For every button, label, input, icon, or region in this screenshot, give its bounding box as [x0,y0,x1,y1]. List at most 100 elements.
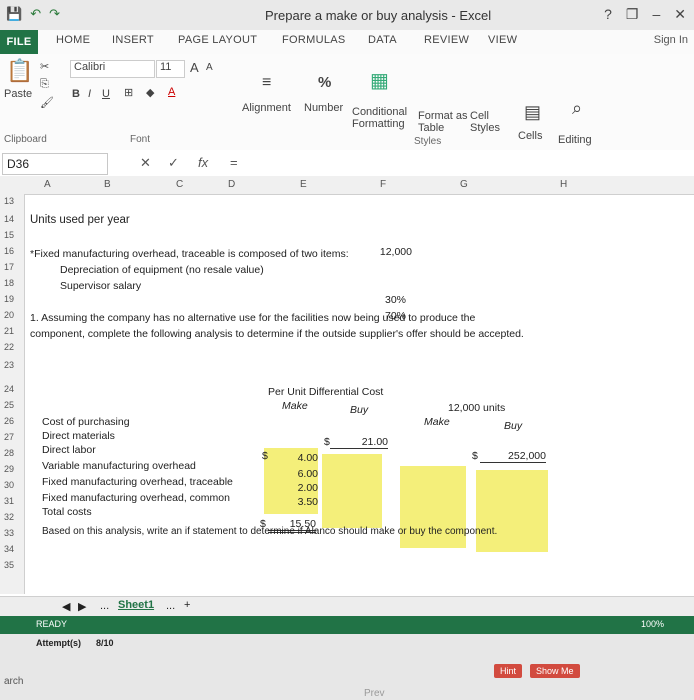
make-fixed-traceable-cell[interactable]: 3.50 [284,496,318,508]
row-header-29[interactable]: 29 [4,464,14,474]
buy-total-cell[interactable]: 252,000 [480,450,546,463]
alignment-icon[interactable]: ≡ [262,74,271,92]
number-button[interactable]: Number [304,102,343,114]
tab-home[interactable]: HOME [56,34,90,46]
font-size-select[interactable]: 11 [156,60,185,78]
sign-in-link[interactable]: Sign In [654,34,688,46]
alignment-button[interactable]: Alignment [242,102,291,114]
font-color-icon[interactable]: A [168,86,175,98]
shrink-font-button[interactable]: A [206,62,213,73]
italic-button[interactable]: I [88,88,91,100]
tab-formulas[interactable]: FORMULAS [282,34,346,46]
tab-page-layout[interactable]: PAGE LAYOUT [178,34,257,46]
paste-button[interactable]: Paste [4,88,32,100]
row-header-15[interactable]: 15 [4,230,14,240]
row-header-14[interactable]: 14 [4,214,14,224]
underline-button[interactable]: U [102,88,110,100]
cells-button[interactable]: Cells [518,130,542,142]
cells-icon[interactable]: ▤ [524,102,541,123]
column-header-c[interactable]: C [176,179,183,190]
new-sheet-button[interactable]: + [184,599,190,611]
sheet-tab-sheet1[interactable]: Sheet1 [118,599,154,611]
tab-review[interactable]: REVIEW [424,34,469,46]
row-header-13[interactable]: 13 [4,196,14,206]
make-materials-cell[interactable]: 4.00 [284,452,318,464]
row-header-28[interactable]: 28 [4,448,14,458]
row-header-32[interactable]: 32 [4,512,14,522]
help-icon[interactable]: ? [604,6,612,23]
fill-color-icon[interactable]: ◆ [146,86,154,99]
conditional-formatting-icon[interactable]: ▦ [370,68,389,93]
column-header-f[interactable]: F [380,179,386,190]
sheet-next-icon[interactable]: ▶ [78,600,86,613]
depreciation-pct-cell[interactable]: 30% [370,294,406,306]
sheet-more-right[interactable]: ... [166,600,175,612]
row-header-20[interactable]: 20 [4,310,14,320]
bold-button[interactable]: B [72,88,80,100]
undo-icon[interactable]: ↶ [30,6,41,22]
close-icon[interactable]: ✕ [674,6,686,23]
row-header-25[interactable]: 25 [4,400,14,410]
row-header-33[interactable]: 33 [4,528,14,538]
format-as-table-button[interactable]: Format as Table [418,110,468,134]
borders-icon[interactable]: ⊞ [124,86,133,99]
row-header-31[interactable]: 31 [4,496,14,506]
ribbon-display-icon[interactable]: ❐ [626,6,639,23]
name-box[interactable]: D36 [2,153,108,175]
grow-font-button[interactable]: A [190,60,199,75]
percent-icon[interactable]: % [318,74,331,91]
redo-icon[interactable]: ↷ [49,6,60,22]
row-header-24[interactable]: 24 [4,384,14,394]
cell-styles-button[interactable]: Cell Styles [470,110,500,134]
row-header-27[interactable]: 27 [4,432,14,442]
cut-icon[interactable]: ✂ [40,60,49,73]
conditional-formatting-button[interactable]: Conditional Formatting [352,106,407,130]
editing-icon[interactable]: ⌕ [572,98,582,119]
buy-per-unit-cell[interactable]: 21.00 [330,436,388,449]
row-header-26[interactable]: 26 [4,416,14,426]
show-me-button[interactable]: Show Me [530,664,580,678]
formula-input[interactable]: = [230,155,238,170]
row-header-19[interactable]: 19 [4,294,14,304]
row-header-16[interactable]: 16 [4,246,14,256]
row-header-34[interactable]: 34 [4,544,14,554]
enter-icon[interactable]: ✓ [168,155,179,171]
column-header-h[interactable]: H [560,179,567,190]
font-name-select[interactable]: Calibri [70,60,155,78]
tab-data[interactable]: DATA [368,34,397,46]
column-header-b[interactable]: B [104,179,111,190]
tab-file[interactable]: FILE [0,30,38,54]
buy-total-input-area[interactable] [476,470,548,552]
make-variable-oh-cell[interactable]: 2.00 [284,482,318,494]
copy-icon[interactable]: ⎘ [40,78,49,91]
minimize-icon[interactable]: – [652,6,660,23]
tab-insert[interactable]: INSERT [112,34,154,46]
row-header-23[interactable]: 23 [4,360,14,370]
sheet-more-left[interactable]: ... [100,600,109,612]
paste-icon[interactable]: 📋 [6,58,33,84]
sheet-prev-icon[interactable]: ◀ [62,600,70,613]
row-header-35[interactable]: 35 [4,560,14,570]
column-header-a[interactable]: A [44,179,51,190]
cancel-icon[interactable]: ✕ [140,155,151,171]
save-icon[interactable]: 💾 [6,6,22,22]
row-header-22[interactable]: 22 [4,342,14,352]
column-header-d[interactable]: D [228,179,235,190]
row-header-17[interactable]: 17 [4,262,14,272]
zoom-level[interactable]: 100% [641,619,664,629]
column-header-g[interactable]: G [460,179,468,190]
tab-view[interactable]: VIEW [488,34,517,46]
column-header-e[interactable]: E [300,179,307,190]
insert-function-icon[interactable]: fx [198,155,208,170]
prev-link[interactable]: Prev [364,688,385,699]
row-header-18[interactable]: 18 [4,278,14,288]
buy-input-area[interactable] [322,454,382,528]
row-header-30[interactable]: 30 [4,480,14,490]
editing-button[interactable]: Editing [558,134,592,146]
row-header-21[interactable]: 21 [4,326,14,336]
hint-button[interactable]: Hint [494,664,523,678]
format-painter-icon[interactable]: 🖌 [40,96,54,109]
units-value-cell[interactable]: 12,000 [350,246,412,258]
make-labor-cell[interactable]: 6.00 [284,468,318,480]
worksheet-grid[interactable]: A B C D E F G H 13 14 15 16 17 18 19 20 … [0,176,694,596]
